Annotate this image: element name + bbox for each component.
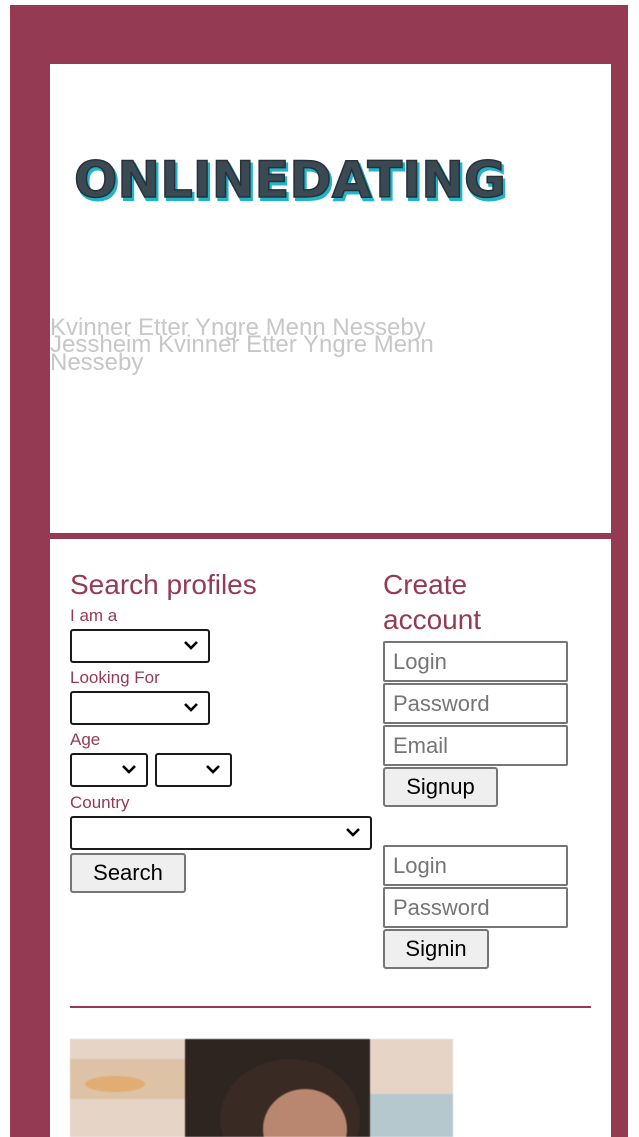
country-label: Country: [70, 793, 130, 812]
signin-button[interactable]: Signin: [383, 929, 489, 969]
content-panel: Search profiles I am a Looking For Age C…: [50, 539, 611, 1137]
signup-login-input[interactable]: [383, 641, 568, 682]
chevron-down-icon: [184, 641, 198, 650]
chevron-down-icon: [184, 703, 198, 712]
signin-password-input[interactable]: [383, 887, 568, 928]
chevron-down-icon: [206, 765, 220, 774]
signup-email-input[interactable]: [383, 725, 568, 766]
search-button[interactable]: Search: [70, 853, 186, 893]
signup-password-input[interactable]: [383, 683, 568, 724]
create-account-title-line-2: account: [383, 604, 482, 635]
profile-photo[interactable]: [70, 1039, 453, 1137]
age-to-select[interactable]: [155, 753, 232, 787]
profile-photo-image: [70, 1039, 453, 1137]
chevron-down-icon: [346, 828, 360, 837]
site-logo[interactable]: ONLINEDATING ONLINEDATING: [72, 146, 512, 226]
i-am-label: I am a: [70, 606, 118, 625]
header-panel: ONLINEDATING ONLINEDATING Kvinner Etter …: [50, 64, 611, 533]
section-divider: [70, 1006, 591, 1008]
signin-login-input[interactable]: [383, 845, 568, 886]
age-from-select[interactable]: [70, 753, 148, 787]
signup-button[interactable]: Signup: [383, 767, 498, 807]
search-profiles-title: Search profiles: [70, 569, 257, 600]
tagline-line-3: Nesseby: [50, 349, 144, 376]
country-select[interactable]: [70, 816, 372, 850]
i-am-select[interactable]: [70, 629, 210, 663]
looking-for-select[interactable]: [70, 691, 210, 725]
svg-text:ONLINEDATING: ONLINEDATING: [74, 151, 506, 209]
chevron-down-icon: [122, 765, 136, 774]
age-label: Age: [70, 730, 101, 749]
looking-for-label: Looking For: [70, 668, 160, 687]
create-account-title-line-1: Create: [383, 569, 468, 600]
